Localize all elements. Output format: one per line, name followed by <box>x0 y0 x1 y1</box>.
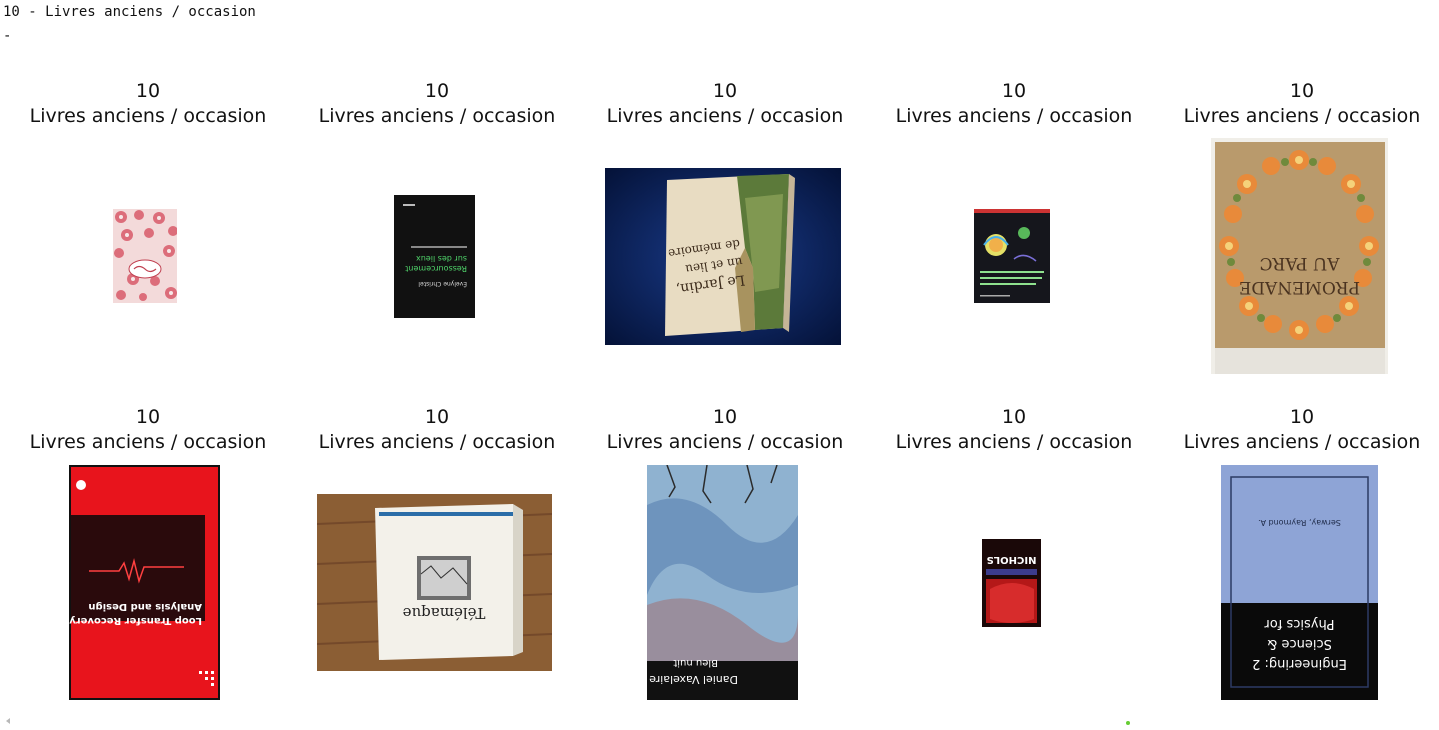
cell-title-6: 10 Livres anciens / occasion <box>4 405 292 455</box>
category-id: 10 <box>424 406 450 428</box>
category-name: Livres anciens / occasion <box>29 105 267 127</box>
cover2-title-2: sur des lieux <box>416 254 467 263</box>
cover2-author: Évelyne Christel <box>418 280 467 288</box>
output-separator: - <box>3 28 12 44</box>
category-id: 10 <box>1001 80 1027 102</box>
cover10-title-3: Engineering: 2 <box>1252 656 1347 671</box>
cover2-title-1: Ressourcement <box>405 264 467 273</box>
book-cover-la-jardin-photo-icon: Le Jardin, un et lieu de mémoire <box>605 168 841 345</box>
cell-title-3: 10 Livres anciens / occasion <box>581 79 869 129</box>
category-name: Livres anciens / occasion <box>318 105 556 127</box>
category-name: Livres anciens / occasion <box>1183 105 1421 127</box>
cell-title-9: 10 Livres anciens / occasion <box>870 405 1158 455</box>
category-name: Livres anciens / occasion <box>895 431 1133 453</box>
cover6-title-1: Loop Transfer Recovery: <box>69 615 202 626</box>
cell-title-4: 10 Livres anciens / occasion <box>870 79 1158 129</box>
cover10-author: Serway, Raymond A. <box>1258 518 1341 527</box>
category-id: 10 <box>135 80 161 102</box>
category-name: Livres anciens / occasion <box>895 105 1133 127</box>
output-header: 10 - Livres anciens / occasion <box>3 4 256 20</box>
cover10-title-2: Science & <box>1267 636 1332 651</box>
cell-title-10: 10 Livres anciens / occasion <box>1158 405 1439 455</box>
category-name: Livres anciens / occasion <box>606 431 844 453</box>
cover8-author: Daniel Vaxelaire <box>649 673 738 686</box>
book-cover-dark-illustrated-icon <box>974 209 1050 303</box>
book-cover-telemaque-photo-icon: Télémaque <box>317 494 552 671</box>
category-name: Livres anciens / occasion <box>318 431 556 453</box>
category-id: 10 <box>712 80 738 102</box>
book-cover-promenade-au-parc-icon: PROMENADE AU PARC <box>1211 138 1388 374</box>
cover10-title-1: Physics for <box>1264 616 1335 631</box>
book-cover-red-analysis-design-icon: Loop Transfer Recovery: Analysis and Des… <box>69 465 220 700</box>
scroll-left-arrow-icon[interactable] <box>6 718 10 724</box>
book-cover-black-green-text-icon: Évelyne Christel Ressourcement sur des l… <box>394 195 475 318</box>
cover5-title-2: AU PARC <box>1260 253 1341 273</box>
category-id: 10 <box>424 80 450 102</box>
cover6-title-2: Analysis and Design <box>88 601 202 612</box>
cell-title-8: 10 Livres anciens / occasion <box>581 405 869 455</box>
book-cover-pink-roses-icon <box>113 209 177 303</box>
cover8-title: Bleu nuit <box>673 657 718 668</box>
category-id: 10 <box>135 406 161 428</box>
category-name: Livres anciens / occasion <box>606 105 844 127</box>
cover5-title-1: PROMENADE <box>1239 277 1360 297</box>
category-id: 10 <box>712 406 738 428</box>
cell-title-1: 10 Livres anciens / occasion <box>4 79 292 129</box>
book-cover-physics-science-engineering-icon: Engineering: 2 Science & Physics for Ser… <box>1221 465 1378 700</box>
category-name: Livres anciens / occasion <box>29 431 267 453</box>
category-id: 10 <box>1289 406 1315 428</box>
book-cover-blue-illustrated-icon: Daniel Vaxelaire Bleu nuit <box>647 465 798 700</box>
status-dot <box>1126 721 1130 725</box>
category-id: 10 <box>1289 80 1315 102</box>
cover7-title-1: Télémaque <box>403 604 486 622</box>
cell-title-2: 10 Livres anciens / occasion <box>293 79 581 129</box>
category-name: Livres anciens / occasion <box>1183 431 1421 453</box>
cover9-author: NICHOLS <box>987 554 1037 565</box>
cell-title-5: 10 Livres anciens / occasion <box>1158 79 1439 129</box>
book-cover-nichols-red-icon: NICHOLS <box>982 539 1041 627</box>
category-id: 10 <box>1001 406 1027 428</box>
cell-title-7: 10 Livres anciens / occasion <box>293 405 581 455</box>
